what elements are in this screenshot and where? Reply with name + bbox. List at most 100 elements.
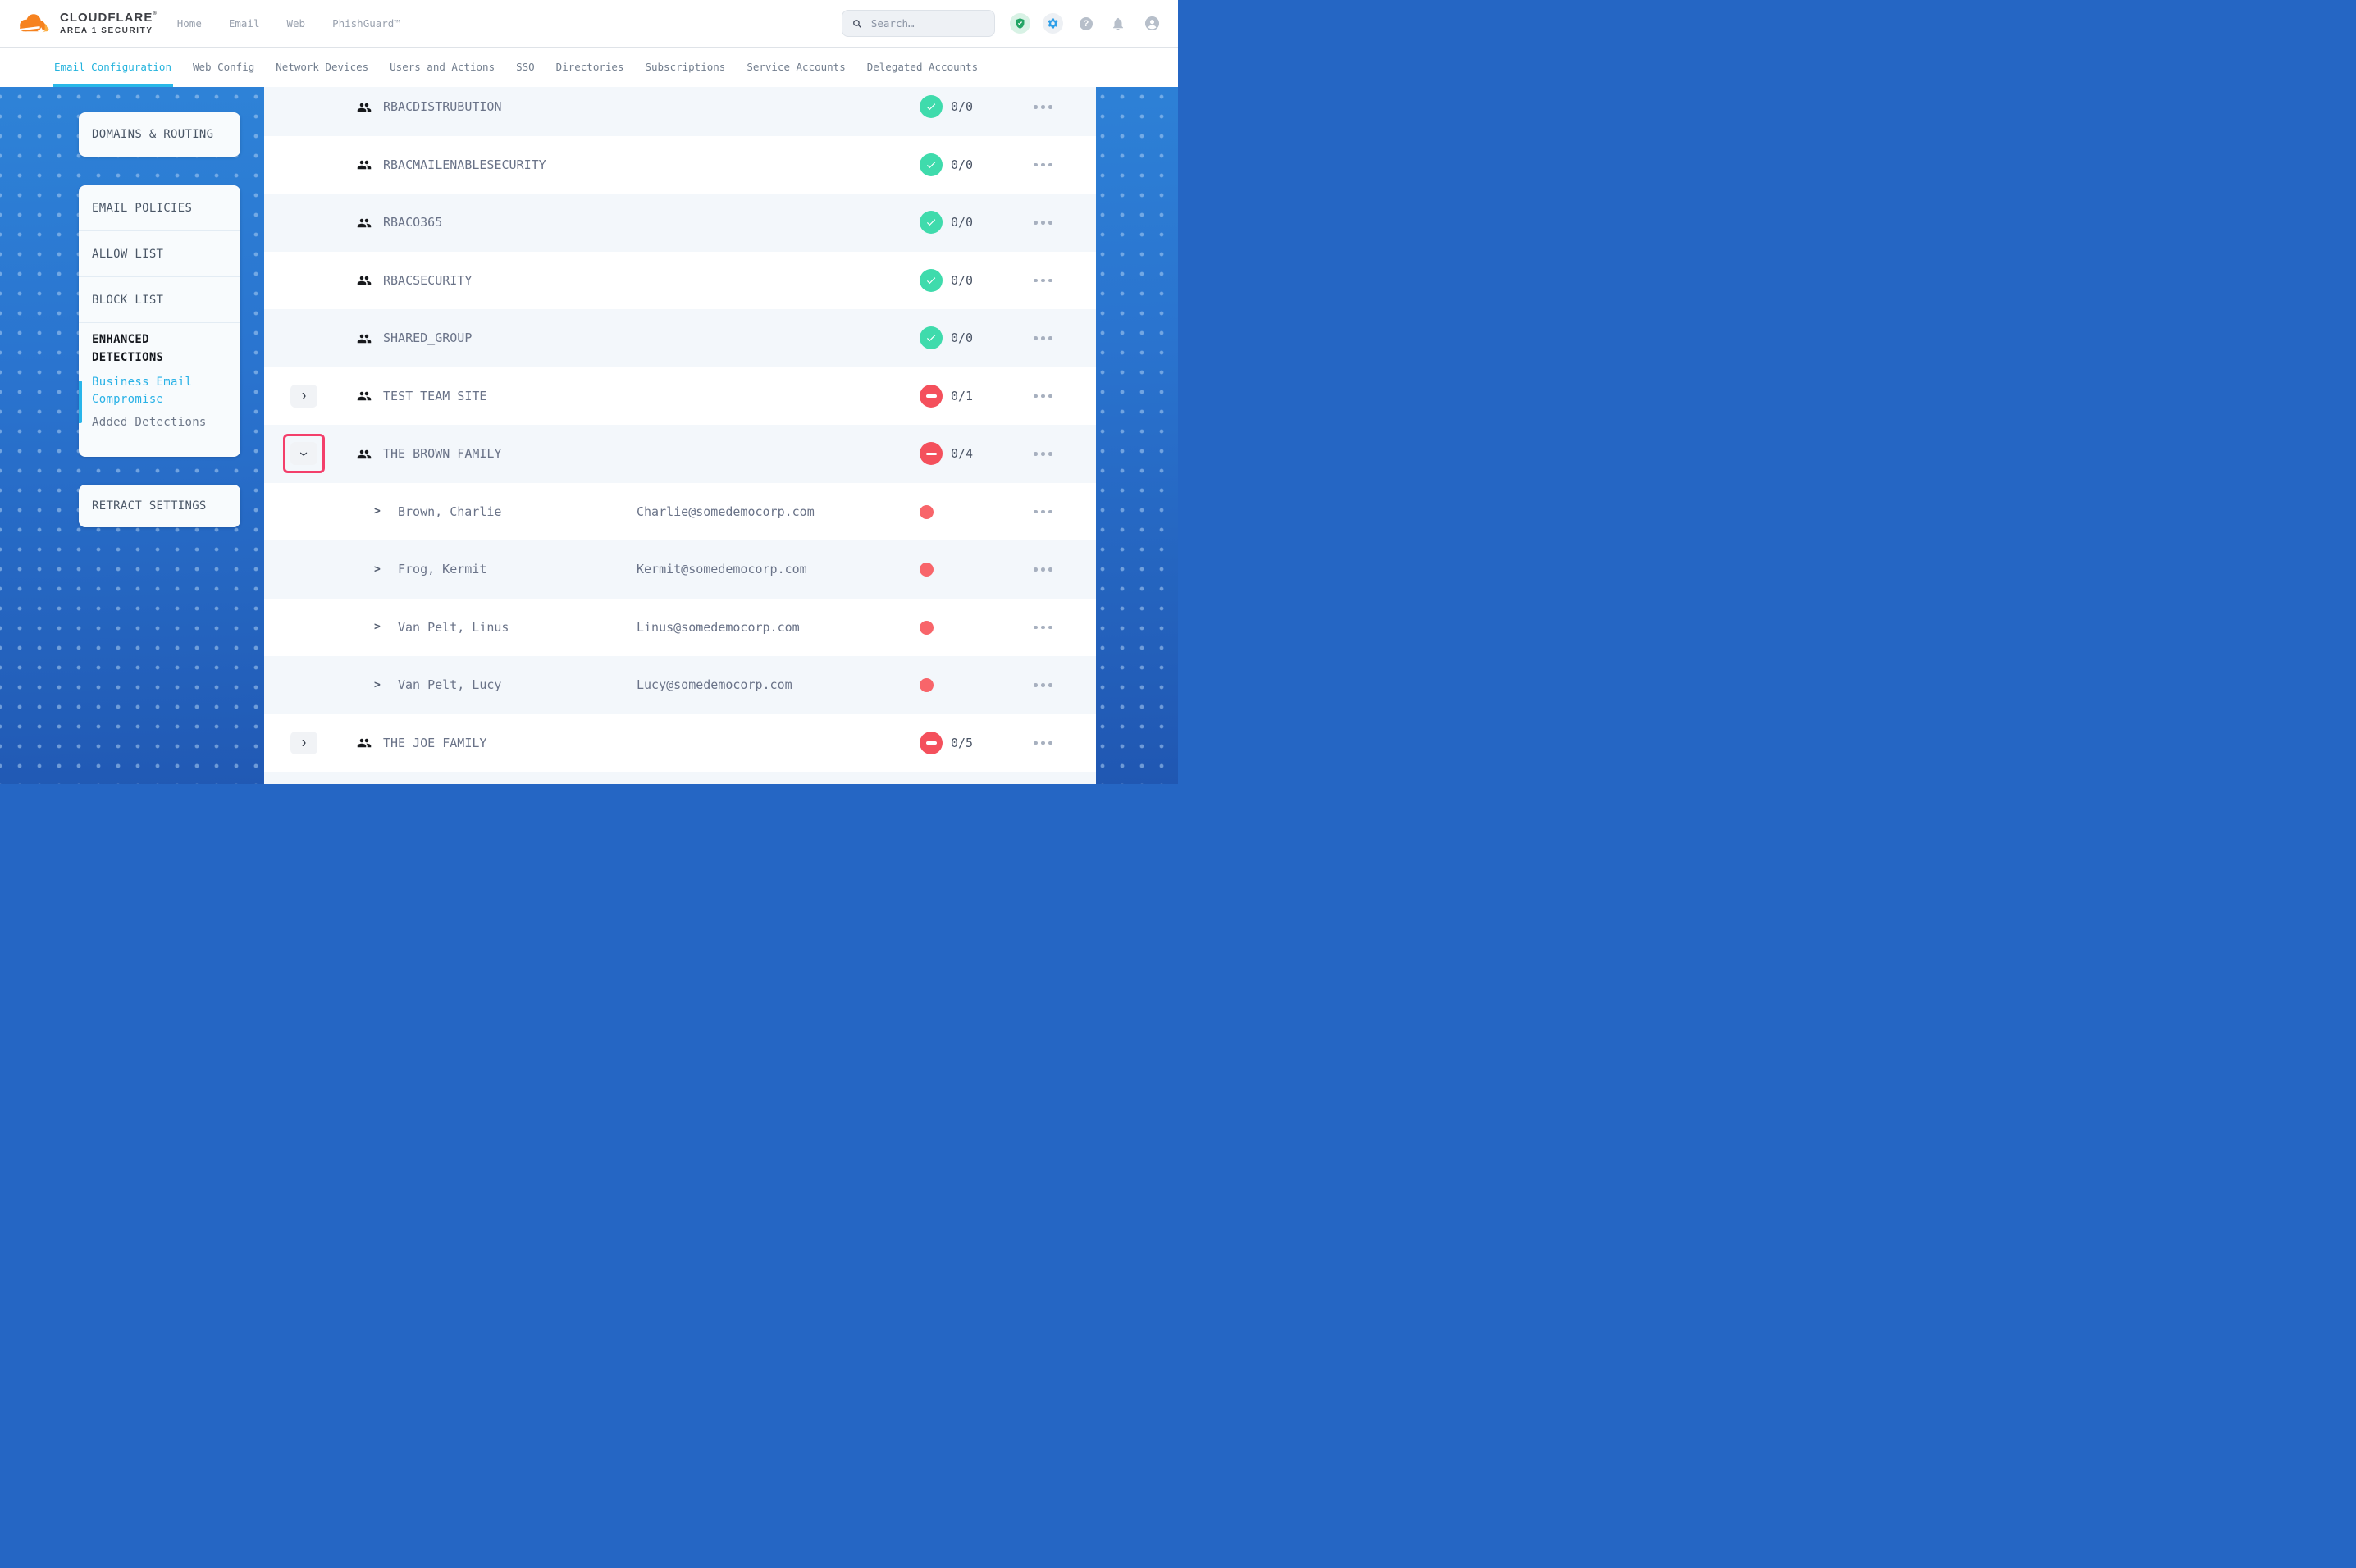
tab-subscriptions[interactable]: Subscriptions <box>645 47 725 87</box>
row-actions-menu[interactable] <box>1034 252 1052 310</box>
gear-icon[interactable] <box>1043 13 1063 34</box>
tab-users-and-actions[interactable]: Users and Actions <box>390 47 495 87</box>
sidebar-card-email-policies: EMAIL POLICIES ALLOW LIST BLOCK LIST ENH… <box>79 185 240 457</box>
group-row: RBACMAILENABLESECURITY0/0 <box>264 136 1096 194</box>
group-row: RBACSECURITY0/0 <box>264 252 1096 310</box>
status-blocked-icon <box>920 385 943 408</box>
nav-item-email[interactable]: Email <box>229 17 260 30</box>
group-icon <box>357 389 372 403</box>
status-pass-icon <box>920 211 943 234</box>
sidebar-item-allow-list[interactable]: ALLOW LIST <box>79 231 240 277</box>
member-expand-chevron[interactable]: > <box>374 599 381 657</box>
group-name: THE BROWN FAMILY <box>383 425 502 483</box>
user-avatar-icon[interactable] <box>1145 16 1159 30</box>
expand-toggle-button[interactable]: ❯ <box>290 732 317 754</box>
nav-item-home[interactable]: Home <box>177 17 202 30</box>
sidebar-item-block-list[interactable]: BLOCK LIST <box>79 277 240 323</box>
group-icon <box>357 736 372 750</box>
status-pass-icon <box>920 326 943 349</box>
table-row-partial <box>264 772 1096 784</box>
nav-item-web[interactable]: Web <box>287 17 306 30</box>
directory-groups-table: RBACDISTRUBUTION0/0RBACMAILENABLESECURIT… <box>264 78 1096 784</box>
brand-subtitle: AREA 1 SECURITY <box>60 26 158 35</box>
row-actions-menu[interactable] <box>1034 309 1052 367</box>
member-count: 0/4 <box>951 425 973 483</box>
member-name: Brown, Charlie <box>398 483 501 541</box>
status-blocked-icon <box>920 732 943 754</box>
chevron-right-icon: ❯ <box>301 390 307 401</box>
row-actions-menu[interactable] <box>1034 367 1052 426</box>
sidebar-card-domains-routing: DOMAINS & ROUTING <box>79 112 240 157</box>
group-name: RBACMAILENABLESECURITY <box>383 136 546 194</box>
member-name: Van Pelt, Linus <box>398 599 509 657</box>
tab-directories[interactable]: Directories <box>556 47 624 87</box>
group-row: ❯TEST TEAM SITE0/1 <box>264 367 1096 426</box>
sidebar-item-added-detections[interactable]: Added Detections <box>92 416 229 429</box>
member-expand-chevron[interactable]: > <box>374 656 381 714</box>
row-actions-menu[interactable] <box>1034 194 1052 252</box>
member-email: Linus@somedemocorp.com <box>637 599 800 657</box>
row-actions-menu[interactable] <box>1034 540 1052 599</box>
help-icon[interactable]: ? <box>1080 17 1093 30</box>
group-icon <box>357 100 372 115</box>
tab-sso[interactable]: SSO <box>516 47 535 87</box>
group-row: RBACO365 0/0 <box>264 194 1096 252</box>
member-expand-chevron[interactable]: > <box>374 540 381 599</box>
member-status-dot <box>920 505 934 519</box>
member-status-dot <box>920 621 934 635</box>
trademark-mark: ® <box>153 11 157 16</box>
group-name: TEST TEAM SITE <box>383 367 486 426</box>
sidebar-item-enhanced-detections[interactable]: ENHANCED DETECTIONS <box>92 331 190 367</box>
sidebar-item-business-email-compromise[interactable]: Business Email Compromise <box>92 374 203 408</box>
status-pass-icon <box>920 95 943 118</box>
member-expand-chevron[interactable]: > <box>374 483 381 541</box>
expand-toggle-button[interactable]: ❯ <box>290 385 317 408</box>
group-name: RBACO365 <box>383 194 442 252</box>
sidebar-item-retract-settings[interactable]: RETRACT SETTINGS <box>79 485 240 527</box>
tab-web-config[interactable]: Web Config <box>193 47 254 87</box>
member-email: Kermit@somedemocorp.com <box>637 540 807 599</box>
chevron-down-icon: ❯ <box>299 451 309 457</box>
row-actions-menu[interactable] <box>1034 425 1052 483</box>
search-icon <box>852 18 862 30</box>
member-count: 0/0 <box>951 194 973 252</box>
member-count: 0/5 <box>951 714 973 773</box>
member-row: > Van Pelt, Linus Linus@somedemocorp.com <box>264 599 1096 657</box>
member-email: Charlie@somedemocorp.com <box>637 483 815 541</box>
member-count: 0/0 <box>951 309 973 367</box>
tab-network-devices[interactable]: Network Devices <box>276 47 368 87</box>
chevron-right-icon: ❯ <box>301 737 307 748</box>
bell-icon[interactable] <box>1111 16 1125 31</box>
tab-email-configuration[interactable]: Email Configuration <box>54 47 171 87</box>
row-actions-menu[interactable] <box>1034 714 1052 773</box>
nav-item-phishguard[interactable]: PhishGuard™ <box>332 17 400 30</box>
member-row: > Frog, Kermit Kermit@somedemocorp.com <box>264 540 1096 599</box>
member-email: Lucy@somedemocorp.com <box>637 656 792 714</box>
search-input[interactable] <box>870 16 984 30</box>
tab-service-accounts[interactable]: Service Accounts <box>747 47 845 87</box>
sidebar-item-email-policies[interactable]: EMAIL POLICIES <box>79 185 240 231</box>
row-actions-menu[interactable] <box>1034 599 1052 657</box>
expand-toggle-button[interactable]: ❯ <box>290 442 317 465</box>
row-actions-menu[interactable] <box>1034 483 1052 541</box>
sidebar-item-domains-routing[interactable]: DOMAINS & ROUTING <box>79 112 240 157</box>
search-box[interactable] <box>842 10 995 37</box>
row-actions-menu[interactable] <box>1034 656 1052 714</box>
member-name: Van Pelt, Lucy <box>398 656 501 714</box>
row-actions-menu[interactable] <box>1034 136 1052 194</box>
cloudflare-cloud-icon <box>15 11 53 37</box>
shield-verified-icon[interactable] <box>1010 13 1030 34</box>
tab-delegated-accounts[interactable]: Delegated Accounts <box>867 47 978 87</box>
member-status-dot <box>920 563 934 577</box>
member-name: Frog, Kermit <box>398 540 486 599</box>
active-item-indicator <box>79 381 82 423</box>
group-row: ❯ THE BROWN FAMILY 0/4 <box>264 425 1096 483</box>
cloudflare-logo[interactable]: CLOUDFLARE® AREA 1 SECURITY <box>15 11 158 37</box>
group-name: SHARED_GROUP <box>383 309 472 367</box>
group-row: SHARED_GROUP 0/0 <box>264 309 1096 367</box>
group-icon <box>357 273 372 288</box>
member-count: 0/0 <box>951 252 973 310</box>
top-navigation-bar: CLOUDFLARE® AREA 1 SECURITY Home Email W… <box>0 0 1178 48</box>
sidebar-section-enhanced-detections: ENHANCED DETECTIONS Business Email Compr… <box>79 323 240 457</box>
group-name: THE JOE FAMILY <box>383 714 486 773</box>
